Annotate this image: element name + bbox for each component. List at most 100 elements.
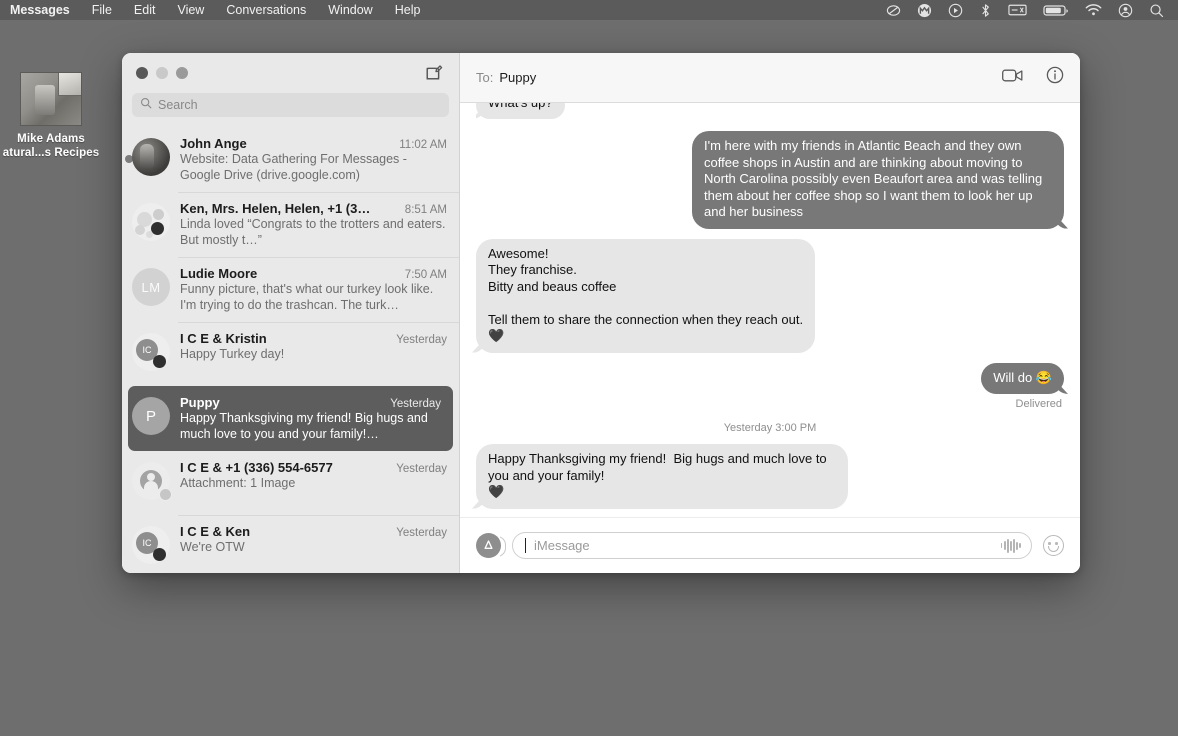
recipient-name[interactable]: Puppy [499,70,536,85]
desktop-file-icon[interactable]: Mike Adams atural...s Recipes [0,72,110,160]
avatar [132,203,170,241]
messages-window: Search John Ange 11:02 AM Website: Data … [122,53,1080,573]
conversation-row-ice-phone[interactable]: I C E & +1 (336) 554-6577 Yesterday Atta… [122,451,459,515]
message-timestamp-divider: Yesterday 3:00 PM [723,422,817,434]
do-not-disturb-icon[interactable] [886,3,901,18]
menu-item-conversations[interactable]: Conversations [215,0,317,20]
message-bubble-outgoing[interactable]: Will do 😂 [981,362,1064,394]
conversations-sidebar: Search John Ange 11:02 AM Website: Data … [122,53,460,573]
menu-item-messages[interactable]: Messages [4,0,81,20]
text-cursor [525,538,526,553]
display-icon[interactable] [1008,3,1027,17]
message-bubble-incoming[interactable]: Awesome! They franchise. Bitty and beaus… [476,238,816,353]
conversation-text: I C E & +1 (336) 554-6577 Yesterday Atta… [180,460,447,492]
to-label: To: [476,70,494,85]
compose-message-icon[interactable] [423,62,445,84]
menu-item-edit[interactable]: Edit [123,0,167,20]
message-composer: iMessage [460,517,1080,573]
conversation-preview: Happy Turkey day! [180,347,285,361]
message-row: What's up? [476,103,1064,119]
conversation-preview: Attachment: 1 Image [180,476,296,490]
conversation-list[interactable]: John Ange 11:02 AM Website: Data Gatheri… [122,127,459,573]
search-icon [140,96,152,114]
audio-waveform-icon[interactable] [1000,538,1021,554]
conversation-name: I C E & +1 (336) 554-6577 [180,460,333,475]
avatar: IC [132,526,170,564]
conversation-name: Ken, Mrs. Helen, Helen, +1 (3… [180,201,371,216]
thread-header-actions [1002,66,1064,89]
battery-icon[interactable] [1043,3,1069,17]
conversation-row-puppy[interactable]: P Puppy Yesterday Happy Thanksgiving my … [128,386,453,451]
bluetooth-icon[interactable] [979,3,992,18]
conversation-row-ice-kristin[interactable]: IC I C E & Kristin Yesterday Happy Turke… [122,322,459,386]
conversation-text: John Ange 11:02 AM Website: Data Gatheri… [180,136,447,183]
avatar [132,138,170,176]
menu-item-view[interactable]: View [166,0,215,20]
menu-item-window[interactable]: Window [317,0,383,20]
account-icon[interactable] [1118,3,1133,18]
conversation-name: Puppy [180,395,220,410]
desktop-icon-label-line2: atural...s Recipes [2,147,100,159]
group-badge [159,488,172,501]
conversation-text: Puppy Yesterday Happy Thanksgiving my fr… [180,395,441,442]
message-row: Happy Thanksgiving my friend! Big hugs a… [476,444,1064,509]
message-row: Awesome! They franchise. Bitty and beaus… [476,238,1064,353]
close-window-button[interactable] [136,67,148,79]
emoji-picker-icon[interactable] [1043,535,1064,556]
app-store-apps-icon[interactable] [476,533,501,558]
desktop-icon-label-line1: Mike Adams [17,133,85,145]
wifi-icon[interactable] [1085,3,1102,17]
conversation-name: I C E & Kristin [180,331,267,346]
message-row: I'm here with my friends in Atlantic Bea… [476,131,1064,229]
minimize-window-button[interactable] [156,67,168,79]
menu-item-file[interactable]: File [81,0,123,20]
conversation-row-john-ange[interactable]: John Ange 11:02 AM Website: Data Gatheri… [122,127,459,192]
details-info-icon[interactable] [1046,66,1064,89]
messages-scroll-area[interactable]: What's up? I'm here with my friends in A… [460,103,1080,517]
conversation-preview: Funny picture, that's what our turkey lo… [180,282,434,312]
message-bubble-incoming[interactable]: What's up? [476,103,565,119]
conversation-name: Ludie Moore [180,266,258,281]
facetime-video-icon[interactable] [1002,68,1024,88]
menu-bar-items: Messages File Edit View Conversations Wi… [0,0,431,20]
menu-item-help[interactable]: Help [384,0,432,20]
maximize-window-button[interactable] [176,67,188,79]
avatar [132,462,172,501]
search-placeholder: Search [158,98,198,112]
conversation-row-ludie-moore[interactable]: LM Ludie Moore 7:50 AM Funny picture, th… [122,257,459,322]
conversation-time: 7:50 AM [404,269,447,281]
person-placeholder-icon [140,470,162,492]
menu-bar: Messages File Edit View Conversations Wi… [0,0,1178,20]
conversation-text: Ken, Mrs. Helen, Helen, +1 (3… 8:51 AM L… [180,201,447,248]
conversation-row-ice-ken[interactable]: IC I C E & Ken Yesterday We're OTW [122,515,459,573]
message-bubble-incoming[interactable]: Happy Thanksgiving my friend! Big hugs a… [476,444,848,509]
message-input-placeholder: iMessage [534,538,590,553]
conversation-time: Yesterday [390,398,441,410]
message-row: Will do 😂 [476,362,1064,394]
conversation-time: 8:51 AM [404,204,447,216]
conversation-text: I C E & Kristin Yesterday Happy Turkey d… [180,331,447,363]
window-traffic-lights [136,67,188,79]
conversation-time: Yesterday [396,527,447,539]
delivery-status: Delivered [1015,398,1062,410]
conversation-name: I C E & Ken [180,524,251,539]
file-thumbnail-image [20,72,82,126]
search-input[interactable]: Search [132,93,449,117]
conversation-text: Ludie Moore 7:50 AM Funny picture, that'… [180,266,447,313]
play-circle-icon[interactable] [948,3,963,18]
conversation-preview: We're OTW [180,540,245,554]
avatar: LM [132,268,170,306]
menu-bar-status-icons [886,3,1178,18]
conversation-row-ken-group[interactable]: Ken, Mrs. Helen, Helen, +1 (3… 8:51 AM L… [122,192,459,257]
search-container: Search [122,93,459,127]
message-input[interactable]: iMessage [512,532,1032,559]
message-bubble-outgoing[interactable]: I'm here with my friends in Atlantic Bea… [692,131,1064,229]
malwarebytes-icon[interactable] [917,3,932,18]
message-thread-pane: To: Puppy What's up? I'm here with my fr… [460,53,1080,573]
conversation-preview: Website: Data Gathering For Messages - G… [180,152,407,182]
conversation-preview: Linda loved “Congrats to the trotters an… [180,217,446,247]
avatar: IC [132,333,170,371]
spotlight-search-icon[interactable] [1149,3,1164,18]
conversation-name: John Ange [180,136,247,151]
avatar: P [132,397,170,435]
